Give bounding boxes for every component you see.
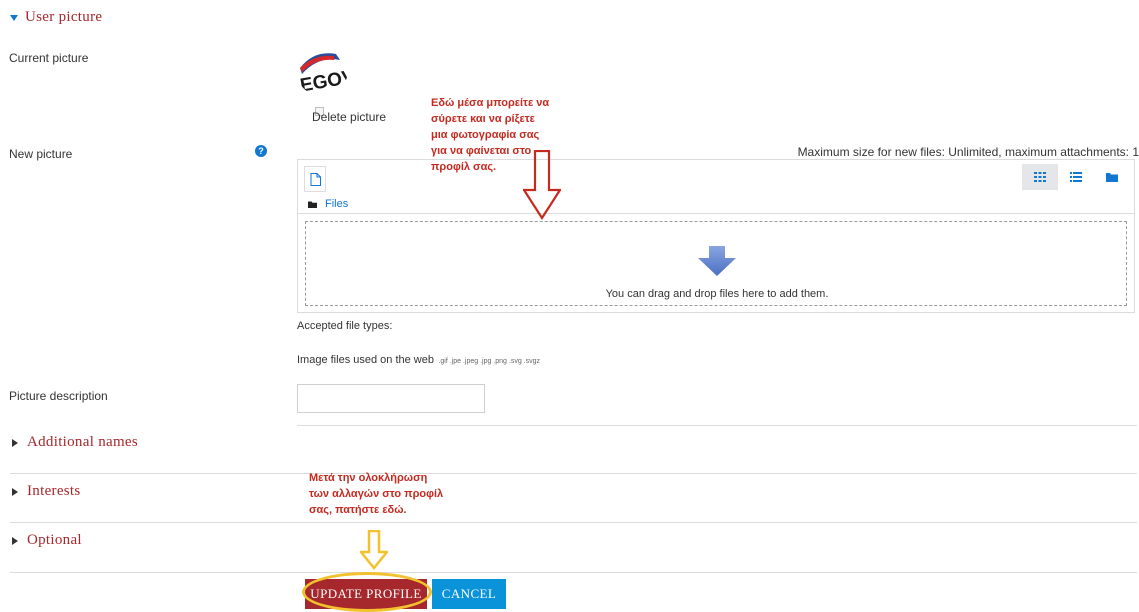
section-user-picture-toggle[interactable]: User picture: [10, 9, 102, 26]
dropzone-text: You can drag and drop files here to add …: [605, 288, 829, 300]
grid-view-icon: [1034, 172, 1046, 182]
divider: [10, 522, 1137, 523]
picture-description-input[interactable]: [297, 384, 485, 413]
delete-picture-label: Delete picture: [312, 110, 387, 124]
list-view-button[interactable]: [1058, 164, 1094, 190]
section-optional-toggle[interactable]: Optional: [12, 532, 82, 549]
add-file-button[interactable]: [304, 166, 326, 192]
tree-view-button[interactable]: [1094, 164, 1130, 190]
accepted-types-label: Accepted file types:: [297, 320, 393, 332]
help-icon[interactable]: ?: [255, 145, 267, 157]
section-title: Additional names: [27, 434, 139, 450]
caret-right-icon: [12, 536, 18, 545]
divider: [10, 572, 1137, 573]
divider: [297, 425, 1137, 426]
dropzone[interactable]: You can drag and drop files here to add …: [305, 221, 1127, 306]
caret-down-icon: [10, 14, 18, 21]
view-mode-group: [1022, 164, 1130, 190]
section-title: Interests: [27, 483, 81, 499]
cancel-button[interactable]: CANCEL: [432, 579, 506, 609]
avatar: EGOV: [296, 44, 348, 96]
accepted-types-desc: Image files used on the web: [297, 354, 434, 366]
path-bar: Files: [308, 198, 348, 210]
section-interests-toggle[interactable]: Interests: [12, 483, 81, 500]
divider: [10, 473, 1137, 474]
folder-icon: [308, 201, 317, 208]
max-size-text: Maximum size for new files: Unlimited, m…: [797, 145, 1139, 159]
files-path-link[interactable]: Files: [325, 198, 348, 210]
download-arrow-icon: [698, 246, 736, 276]
current-picture-label: Current picture: [9, 51, 89, 65]
folder-icon: [1106, 173, 1118, 182]
caret-right-icon: [12, 487, 18, 496]
list-view-icon: [1070, 172, 1082, 182]
filepicker-dropzone-wrapper: You can drag and drop files here to add …: [297, 214, 1135, 313]
accepted-types-line: Image files used on the web .gif .jpe .j…: [297, 350, 540, 368]
avatar-logo-text: EGOV: [299, 66, 348, 96]
red-down-arrow-icon: [523, 150, 561, 220]
filepicker-toolbar: Files: [297, 159, 1135, 214]
annotation-line: Μετά την ολοκλήρωση: [309, 472, 428, 484]
accepted-types-exts: .gif .jpe .jpeg .jpg .png .svg .svgz: [438, 358, 540, 365]
annotation-line: μια φωτογραφία σας: [431, 129, 540, 141]
section-additional-names-toggle[interactable]: Additional names: [12, 434, 138, 451]
yellow-down-arrow-icon: [360, 530, 388, 570]
new-picture-label: New picture: [9, 147, 73, 161]
annotation-line: Εδώ μέσα μπορείτε να: [431, 97, 550, 109]
annotation-line: των αλλαγών στο προφίλ: [309, 488, 444, 500]
annotation-line: σύρετε και να ρίξετε: [431, 113, 535, 125]
grid-view-button[interactable]: [1022, 164, 1058, 190]
update-annotation: Μετά την ολοκλήρωση των αλλαγών στο προφ…: [309, 470, 489, 518]
section-title: Optional: [27, 532, 82, 548]
section-title: User picture: [25, 9, 103, 25]
picture-description-label: Picture description: [9, 389, 108, 403]
caret-right-icon: [12, 438, 18, 447]
update-highlight-ellipse: [302, 572, 432, 612]
annotation-line: σας, πατήστε εδώ.: [309, 504, 407, 516]
file-icon: [310, 172, 321, 186]
